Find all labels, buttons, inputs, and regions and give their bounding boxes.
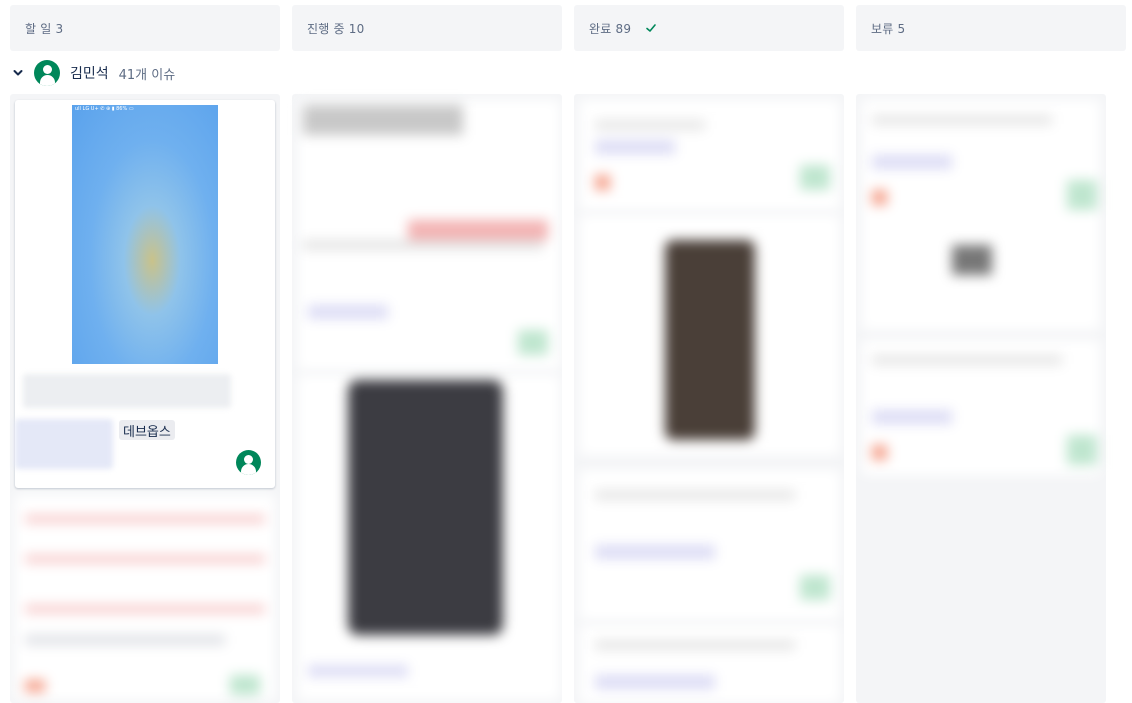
- card-image-preview: ull LG U+ ✆ ⊕ ▮ 86% ▭: [72, 105, 218, 364]
- blurred-card-hold-2: [862, 340, 1100, 475]
- column-title: 할 일 3: [25, 21, 64, 36]
- check-icon: [646, 24, 656, 32]
- phone-status-bar: ull LG U+ ✆ ⊕ ▮ 86% ▭: [75, 106, 134, 112]
- blurred-card-in-progress-2: [298, 375, 560, 700]
- column-header-todo[interactable]: 할 일 3: [10, 5, 280, 51]
- avatar[interactable]: [34, 60, 60, 86]
- blurred-card-done-2: [580, 215, 840, 455]
- column-header-in-progress[interactable]: 진행 중 10: [292, 5, 562, 51]
- swimlane-assignee-name: 김민석: [70, 66, 109, 82]
- issue-card[interactable]: ull LG U+ ✆ ⊕ ▮ 86% ▭ 데브옵스: [15, 100, 275, 488]
- card-label[interactable]: 데브옵스: [119, 420, 175, 440]
- column-title: 보류 5: [871, 21, 906, 36]
- blurred-card-done-4: [580, 625, 840, 703]
- blurred-card-done-1: [580, 100, 840, 210]
- blurred-card-hold-1: [862, 100, 1100, 330]
- card-assignee-avatar[interactable]: [236, 450, 261, 475]
- column-title: 완료 89: [589, 21, 632, 36]
- blurred-card-todo-2: [15, 495, 275, 700]
- column-title: 진행 중 10: [307, 21, 365, 36]
- blurred-card-done-3: [580, 470, 840, 620]
- blurred-card-in-progress-1: [298, 100, 560, 370]
- swimlane-header: 김민석 41개 이슈: [10, 58, 175, 88]
- column-header-on-hold[interactable]: 보류 5: [856, 5, 1126, 51]
- swimlane-issue-count: 41개 이슈: [118, 67, 176, 83]
- column-header-done[interactable]: 완료 89: [574, 5, 844, 51]
- chevron-down-icon[interactable]: [10, 65, 26, 81]
- card-attachment-blurred: [15, 419, 113, 469]
- card-summary-blurred: [23, 374, 231, 408]
